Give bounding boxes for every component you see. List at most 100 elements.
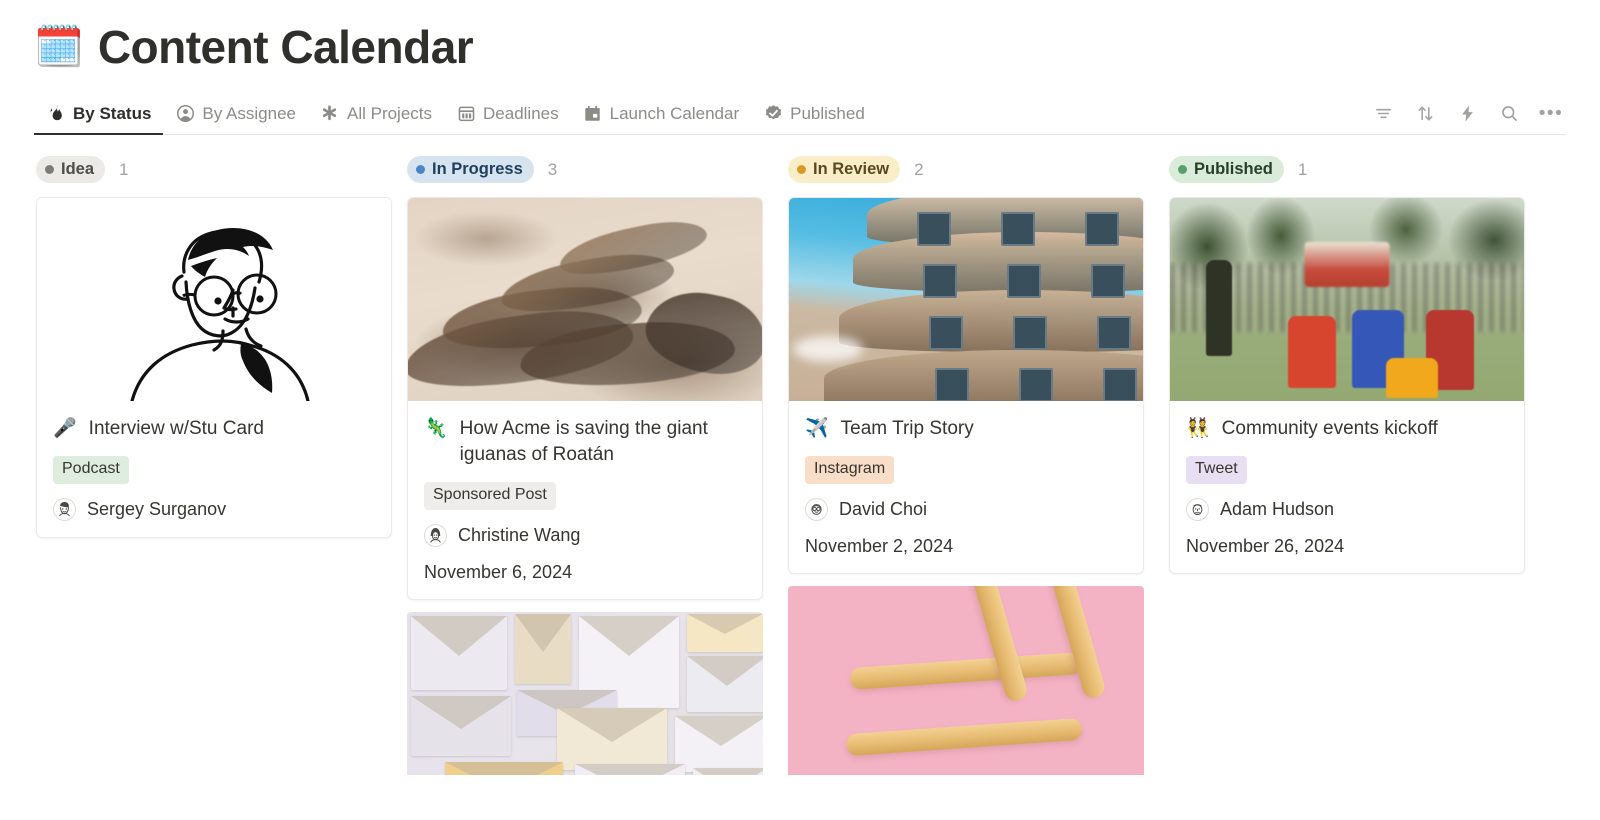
person-circle-icon [175, 104, 195, 124]
card-cover-gaudi-building [789, 197, 1143, 401]
card-tag[interactable]: Podcast [53, 455, 129, 484]
page-header: 🗓️ Content Calendar [0, 0, 1600, 73]
board-column-in-progress: In Progress 3 🦎 How Acme is saving the gian… [381, 155, 763, 775]
card-title-text: Team Trip Story [840, 417, 974, 439]
asterisk-icon [320, 104, 340, 124]
board-card[interactable] [788, 585, 1144, 775]
card-tag[interactable]: Tweet [1186, 455, 1247, 484]
card-title-text: Community events kickoff [1221, 417, 1438, 439]
board-column-in-review: In Review 2 ✈️ Team Trip Story Instagram Dav… [762, 155, 1144, 775]
card-assignee[interactable]: Christine Wang [424, 523, 746, 547]
board-column-published: Published 1 👯 Community events kickoff Tweet… [1143, 155, 1525, 586]
card-cover-line-art-portrait [37, 197, 391, 401]
status-badge[interactable]: In Review [788, 155, 901, 184]
column-count: 1 [119, 159, 129, 179]
assignee-name: David Choi [839, 498, 928, 519]
card-body: 🎤 Interview w/Stu Card Podcast Sergey Surg… [37, 401, 391, 537]
column-header: In Review 2 [788, 155, 1143, 184]
card-title: ✈️ Team Trip Story [805, 416, 1127, 442]
tab-by-status[interactable]: By Status [34, 95, 164, 135]
avatar [424, 523, 447, 547]
column-count: 2 [914, 159, 924, 179]
status-dot-icon [45, 164, 54, 174]
status-label: Published [1194, 159, 1273, 178]
tab-label: Deadlines [483, 103, 559, 123]
card-body: 👯 Community events kickoff Tweet Adam Huds… [1170, 401, 1524, 573]
people-with-bunny-ears-icon: 👯 [1186, 417, 1210, 439]
avatar [805, 497, 828, 521]
status-dot-icon [797, 164, 806, 174]
column-header: In Progress 3 [407, 155, 762, 184]
tab-label: All Projects [346, 103, 433, 123]
card-date[interactable]: November 6, 2024 [424, 562, 746, 583]
spiral-calendar-icon: 🗓️ [34, 25, 84, 70]
board-card[interactable]: 🎤 Interview w/Stu Card Podcast Sergey Surg… [36, 196, 392, 538]
more-icon[interactable]: ••• [1538, 102, 1564, 125]
tab-by-assignee[interactable]: By Assignee [163, 95, 308, 134]
status-label: Idea [61, 159, 95, 178]
assignee-name: Christine Wang [458, 524, 581, 545]
sort-icon[interactable] [1414, 103, 1436, 125]
board-toolbar: ••• [1372, 103, 1566, 134]
search-icon[interactable] [1498, 103, 1520, 125]
assignee-name: Adam Hudson [1220, 498, 1335, 519]
card-title: 👯 Community events kickoff [1186, 416, 1508, 442]
tab-label: By Assignee [202, 103, 296, 123]
tab-label: Launch Calendar [609, 103, 740, 123]
column-count: 3 [547, 159, 558, 179]
status-label: In Progress [432, 159, 523, 178]
card-cover-hashtag-breadsticks [788, 585, 1144, 775]
calendar-icon [583, 104, 603, 124]
filter-icon[interactable] [1372, 103, 1394, 125]
card-title-text: Interview w/Stu Card [88, 417, 264, 439]
card-cover-iguanas [408, 197, 762, 401]
tab-published[interactable]: Published [751, 95, 877, 134]
verified-check-icon [763, 104, 783, 124]
card-cover-festival-crowd [1170, 197, 1524, 401]
card-title: 🦎 How Acme is saving the giant iguanas of… [424, 416, 746, 468]
page-title: Content Calendar [97, 21, 474, 73]
column-header: Published 1 [1169, 155, 1524, 184]
assignee-name: Sergey Surganov [87, 498, 227, 519]
status-dot-icon [1178, 164, 1187, 174]
airplane-icon: ✈️ [805, 417, 829, 439]
tab-all-projects[interactable]: All Projects [308, 95, 444, 134]
card-assignee[interactable]: Adam Hudson [1186, 497, 1508, 521]
card-assignee[interactable]: Sergey Surganov [53, 497, 375, 521]
avatar [53, 497, 76, 521]
avatar [1186, 497, 1209, 521]
view-tabs: By Status By Assignee All Projects Deadline… [34, 95, 1372, 135]
card-assignee[interactable]: David Choi [805, 497, 1127, 521]
board-card[interactable] [407, 611, 763, 775]
board-column-idea: Idea 1 🎤 Interview w/Stu Card Podcast Se… [0, 155, 392, 550]
card-tag[interactable]: Instagram [805, 455, 895, 484]
card-cover-envelopes [407, 611, 763, 775]
more-dots: ••• [1538, 102, 1564, 124]
card-tag[interactable]: Sponsored Post [424, 482, 556, 510]
card-title-text: How Acme is saving the giant iguanas of … [459, 417, 708, 465]
card-date[interactable]: November 26, 2024 [1186, 536, 1508, 557]
fire-icon [46, 104, 66, 124]
card-body: ✈️ Team Trip Story Instagram David Choi Nov… [789, 401, 1143, 573]
tab-label: By Status [73, 103, 152, 123]
lizard-icon: 🦎 [424, 417, 448, 439]
kanban-board: Idea 1 🎤 Interview w/Stu Card Podcast Se… [0, 135, 1600, 775]
lightning-icon[interactable] [1456, 103, 1478, 125]
card-title: 🎤 Interview w/Stu Card [53, 416, 375, 442]
status-badge[interactable]: In Progress [407, 155, 534, 184]
view-tabbar: By Status By Assignee All Projects Deadline… [34, 95, 1566, 135]
microphone-icon: 🎤 [53, 417, 77, 439]
card-body: 🦎 How Acme is saving the giant iguanas of… [408, 401, 762, 599]
board-card[interactable]: 🦎 How Acme is saving the giant iguanas of… [407, 196, 763, 600]
card-date[interactable]: November 2, 2024 [805, 536, 1127, 557]
board-card[interactable]: ✈️ Team Trip Story Instagram David Choi Nov… [788, 196, 1144, 574]
tab-label: Published [790, 103, 865, 123]
status-badge[interactable]: Published [1169, 155, 1284, 184]
status-dot-icon [416, 164, 425, 174]
calendar-grid-icon [456, 104, 476, 124]
status-label: In Review [813, 159, 890, 178]
tab-launch-calendar[interactable]: Launch Calendar [571, 95, 751, 134]
tab-deadlines[interactable]: Deadlines [444, 95, 571, 134]
board-card[interactable]: 👯 Community events kickoff Tweet Adam Huds… [1169, 196, 1525, 574]
status-badge[interactable]: Idea [36, 155, 106, 184]
